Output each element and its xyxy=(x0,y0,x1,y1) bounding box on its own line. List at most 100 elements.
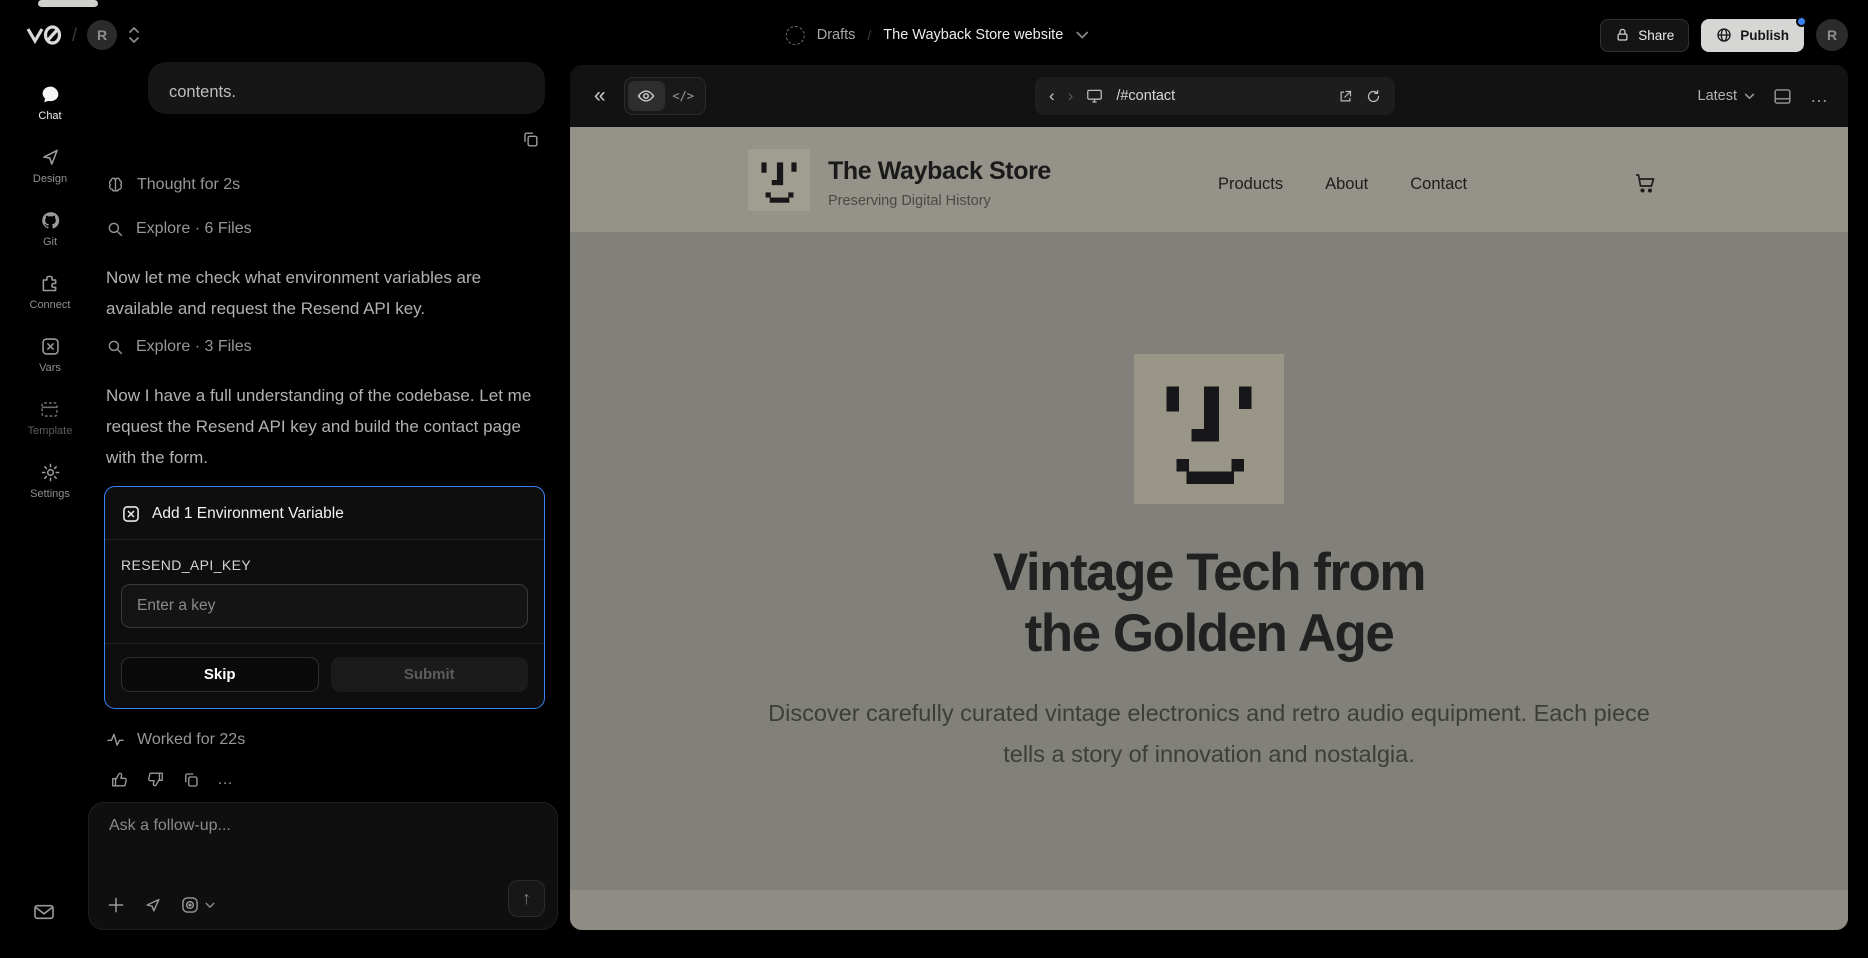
preview-url-bar: ‹ › /#contact xyxy=(1035,77,1395,115)
assistant-message: Now I have a full understanding of the c… xyxy=(106,380,538,473)
nav-link-products[interactable]: Products xyxy=(1218,175,1283,194)
breadcrumb-separator: / xyxy=(867,27,871,43)
breadcrumb-slash: / xyxy=(72,25,77,46)
collapse-panel-icon[interactable]: « xyxy=(594,84,606,108)
breadcrumb-drafts[interactable]: Drafts xyxy=(817,27,856,43)
forward-icon[interactable]: › xyxy=(1068,86,1074,106)
thought-row[interactable]: Thought for 2s xyxy=(106,175,240,194)
share-label: Share xyxy=(1638,28,1674,43)
hero-title-line1: Vintage Tech from xyxy=(570,542,1848,603)
project-avatar[interactable]: R xyxy=(87,20,117,50)
design-icon xyxy=(40,147,61,168)
sidebar-label: Template xyxy=(28,425,73,437)
site-brand[interactable]: The Wayback Store xyxy=(828,157,1051,186)
arrow-up-icon: ↑ xyxy=(522,888,531,909)
project-switcher-icon[interactable] xyxy=(127,26,141,44)
url-path[interactable]: /#contact xyxy=(1116,88,1325,104)
submit-button[interactable]: Submit xyxy=(331,657,529,692)
sidebar-label: Vars xyxy=(39,362,61,374)
worked-label: Worked for 22s xyxy=(137,731,245,749)
thumbs-down-icon[interactable] xyxy=(146,770,165,789)
env-variable-name: RESEND_API_KEY xyxy=(105,540,544,573)
view-toggle: </> xyxy=(624,77,706,115)
feedback-mail-button[interactable] xyxy=(33,903,55,921)
version-selector[interactable]: Latest xyxy=(1698,88,1756,104)
sidebar-item-design[interactable]: Design xyxy=(33,147,67,185)
site-footer-strip xyxy=(570,890,1848,930)
skip-button[interactable]: Skip xyxy=(121,657,319,692)
lock-icon xyxy=(1615,27,1630,43)
sidebar-label: Connect xyxy=(30,299,71,311)
attach-plus-icon[interactable] xyxy=(106,895,126,915)
message-actions: … xyxy=(110,770,233,789)
nav-link-contact[interactable]: Contact xyxy=(1410,175,1467,194)
preview-eye-toggle[interactable] xyxy=(628,81,665,111)
explore-row-3-files[interactable]: Explore · 3 Files xyxy=(106,338,252,356)
assistant-message: Now let me check what environment variab… xyxy=(106,262,538,324)
sidebar-label: Settings xyxy=(30,488,70,500)
share-button[interactable]: Share xyxy=(1600,19,1689,52)
refresh-icon[interactable] xyxy=(1366,89,1381,104)
explore-label: Explore · 6 Files xyxy=(136,220,252,238)
sidebar-item-settings[interactable]: Settings xyxy=(30,462,70,500)
preview-toolbar: « </> ‹ › /#contact Latest xyxy=(570,65,1848,127)
followup-composer: ↑ xyxy=(88,802,558,930)
sidebar-item-chat[interactable]: Chat xyxy=(38,84,61,122)
vars-icon xyxy=(40,336,61,357)
v0-logo-icon[interactable] xyxy=(26,24,62,46)
hero-logo xyxy=(1134,354,1284,504)
gear-icon xyxy=(40,462,61,483)
sidebar-item-connect[interactable]: Connect xyxy=(30,273,71,311)
hero-title-line2: the Golden Age xyxy=(570,603,1848,664)
sidebar-label: Chat xyxy=(38,110,61,122)
publish-button[interactable]: Publish xyxy=(1701,19,1804,52)
user-avatar[interactable]: R xyxy=(1816,19,1848,51)
copy-message-button[interactable] xyxy=(521,130,540,149)
template-icon xyxy=(39,399,60,420)
copy-icon[interactable] xyxy=(182,771,200,789)
search-icon xyxy=(106,338,124,356)
env-key-input[interactable] xyxy=(121,584,528,628)
publish-label: Publish xyxy=(1740,28,1789,43)
topbar: / R Drafts / The Wayback Store website S… xyxy=(26,12,1848,58)
window-top-artifact xyxy=(38,0,98,7)
env-variable-dialog: Add 1 Environment Variable RESEND_API_KE… xyxy=(104,486,545,709)
send-button[interactable]: ↑ xyxy=(508,880,545,917)
publish-notification-dot xyxy=(1796,16,1807,27)
version-label: Latest xyxy=(1698,88,1738,104)
explore-row-6-files[interactable]: Explore · 6 Files xyxy=(106,220,252,238)
sidebar-item-template[interactable]: Template xyxy=(28,399,73,437)
followup-input[interactable] xyxy=(109,817,537,877)
model-selector-icon[interactable] xyxy=(180,895,215,915)
brain-icon xyxy=(106,175,125,194)
sidebar-label: Design xyxy=(33,173,67,185)
site-header: The Wayback Store Preserving Digital His… xyxy=(570,127,1848,232)
search-icon xyxy=(106,220,124,238)
breadcrumb-project-title[interactable]: The Wayback Store website xyxy=(883,27,1063,43)
site-tagline: Preserving Digital History xyxy=(828,193,991,209)
code-view-toggle[interactable]: </> xyxy=(665,81,702,111)
layout-panel-icon[interactable] xyxy=(1773,88,1792,105)
sidebar-item-git[interactable]: Git xyxy=(40,210,61,248)
breadcrumb: Drafts / The Wayback Store website xyxy=(786,12,1089,58)
preview-panel: « </> ‹ › /#contact Latest xyxy=(570,65,1848,930)
thumbs-up-icon[interactable] xyxy=(110,770,129,789)
chevron-down-icon[interactable] xyxy=(1075,31,1088,39)
preview-more-icon[interactable]: … xyxy=(1810,86,1828,107)
cart-icon[interactable] xyxy=(1633,171,1657,195)
vars-icon xyxy=(121,504,141,524)
site-logo[interactable] xyxy=(748,149,810,211)
monitor-icon[interactable] xyxy=(1086,88,1103,104)
design-mode-icon[interactable] xyxy=(143,895,163,915)
thought-label: Thought for 2s xyxy=(137,176,240,194)
worked-row: Worked for 22s xyxy=(106,730,245,749)
more-actions-icon[interactable]: … xyxy=(217,771,233,789)
left-rail: Chat Design Git Connect Vars Template xyxy=(24,84,76,500)
sidebar-item-vars[interactable]: Vars xyxy=(39,336,61,374)
explore-label: Explore · 3 Files xyxy=(136,338,252,356)
site-nav: Products About Contact xyxy=(1218,175,1467,194)
back-icon[interactable]: ‹ xyxy=(1049,86,1055,106)
open-external-icon[interactable] xyxy=(1338,89,1353,104)
nav-link-about[interactable]: About xyxy=(1325,175,1368,194)
hero-subtitle: Discover carefully curated vintage elect… xyxy=(744,693,1674,775)
